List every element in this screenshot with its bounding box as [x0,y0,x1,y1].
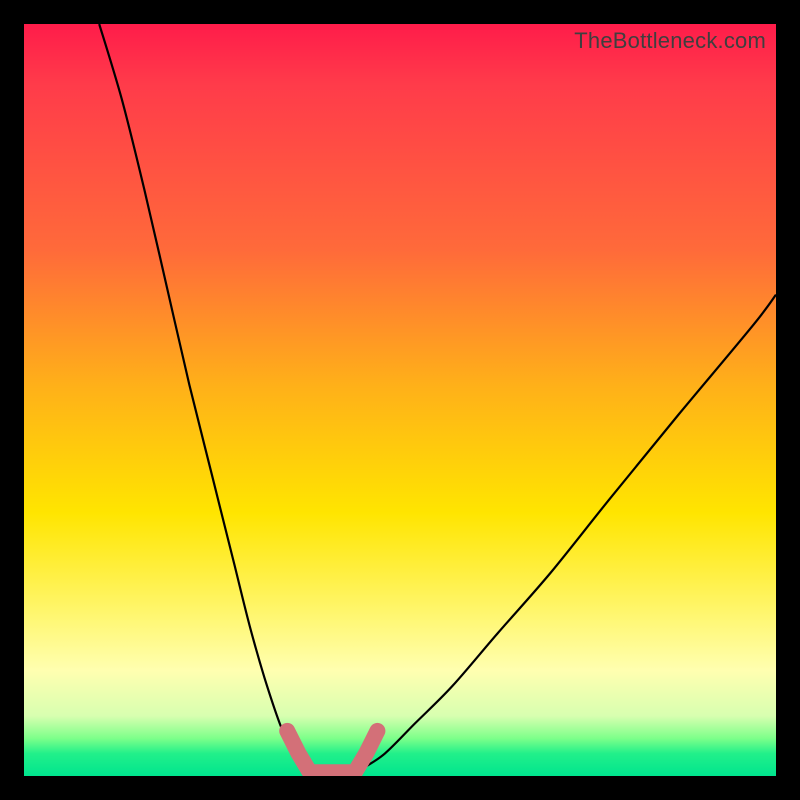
chart-plot-area: TheBottleneck.com [24,24,776,776]
right-curve [362,295,776,769]
chart-curves [24,24,776,776]
bottom-u-mark [287,731,377,772]
chart-frame: TheBottleneck.com [0,0,800,800]
left-curve [99,24,302,769]
